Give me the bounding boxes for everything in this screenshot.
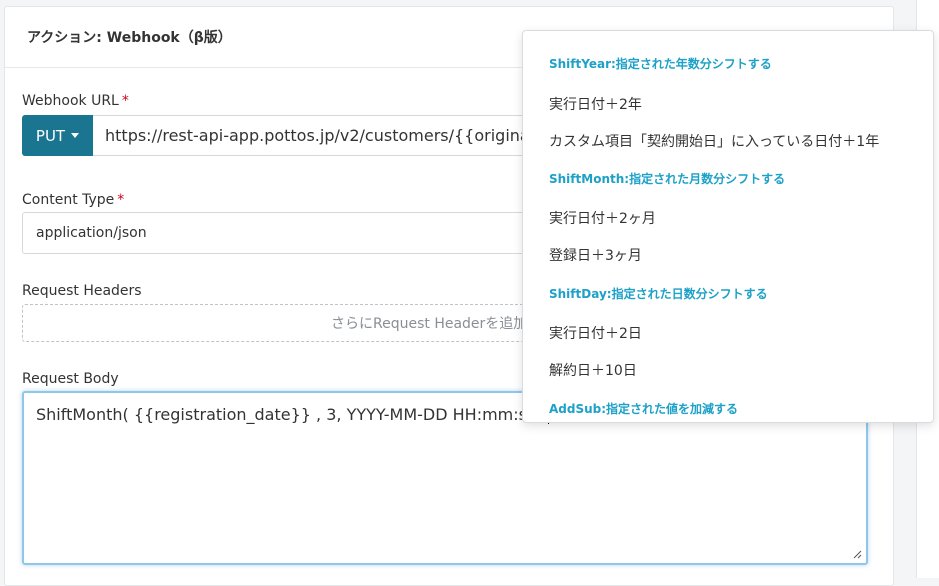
suggestion-item[interactable]: カスタム項目「契約開始日」に入っている日付＋1年 — [549, 131, 879, 151]
http-method-label: PUT — [35, 126, 66, 145]
request-headers-label: Request Headers — [22, 283, 142, 299]
group-title-shiftyear: ShiftYear:指定された年数分シフトする — [549, 57, 772, 71]
group-title-shiftmonth: ShiftMonth:指定された月数分シフトする — [549, 172, 786, 186]
caret-down-icon — [71, 133, 80, 138]
request-body-label: Request Body — [22, 371, 119, 387]
suggestion-item[interactable]: 登録日＋3ヶ月 — [549, 245, 642, 265]
webhook-url-label-text: Webhook URL — [22, 93, 119, 109]
http-method-dropdown[interactable]: PUT — [22, 115, 93, 156]
group-title-addsub: AddSub:指定された値を加減する — [549, 402, 739, 416]
suggestion-item[interactable]: 解約日＋10日 — [549, 360, 637, 380]
function-suggestion-dropdown: ShiftYear:指定された年数分シフトする 実行日付＋2年 カスタム項目「契… — [522, 30, 934, 423]
required-mark: * — [117, 192, 125, 208]
required-mark: * — [121, 93, 129, 109]
request-body-text: ShiftMonth( {{registration_date}} , 3, Y… — [36, 405, 547, 424]
group-title-shiftday: ShiftDay:指定された日数分シフトする — [549, 287, 768, 301]
suggestion-item[interactable]: 実行日付＋2日 — [549, 323, 642, 343]
webhook-url-label: Webhook URL * — [22, 93, 129, 109]
suggestion-item[interactable]: 実行日付＋2年 — [549, 94, 642, 114]
resize-handle-icon[interactable] — [853, 550, 862, 559]
content-type-label: Content Type * — [22, 192, 124, 208]
content-type-label-text: Content Type — [22, 192, 115, 208]
suggestion-item[interactable]: 実行日付＋2ヶ月 — [549, 208, 656, 228]
